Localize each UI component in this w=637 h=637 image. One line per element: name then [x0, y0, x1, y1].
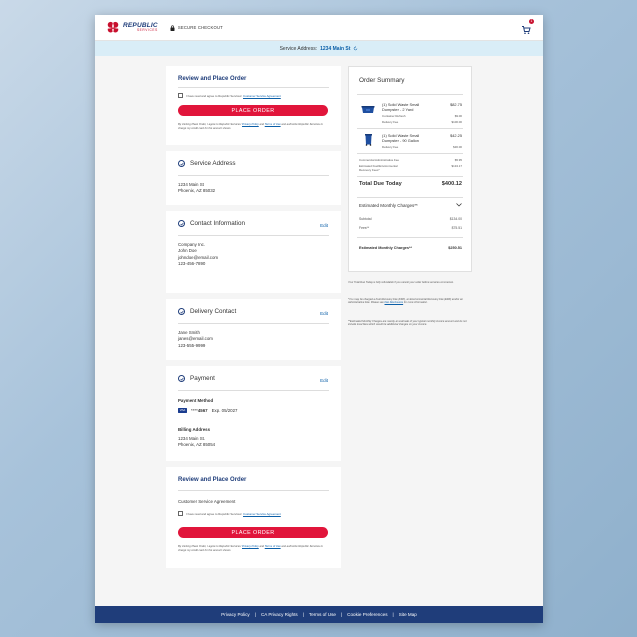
terms-link-bottom[interactable]: Terms of Use: [265, 545, 281, 548]
contact-info-card: Contact Information Edit Company Inc. Jo…: [166, 211, 341, 293]
payment-method-label: Payment Method: [178, 398, 214, 403]
contact-phone: 123-456-7890: [178, 260, 206, 266]
delivery-phone: 123-555-9999: [178, 342, 206, 348]
privacy-link-bottom[interactable]: Privacy Policy: [242, 545, 259, 548]
agree-row-bottom: I have read and agree to Republic Servic…: [178, 511, 281, 516]
payment-edit-link[interactable]: Edit: [320, 378, 328, 383]
cart-count-badge: 1: [529, 19, 534, 24]
subtotal-row: Subtotal $134.00: [359, 217, 462, 221]
cart-button[interactable]: 1: [521, 19, 534, 35]
card-last4: 4567: [197, 408, 208, 413]
terms-link-top[interactable]: Terms of Use: [265, 123, 281, 126]
billing-line2: Phoenix, AZ 85054: [178, 442, 216, 448]
delivery-contact-card: Delivery Contact Edit Jane Smith janes@e…: [166, 299, 341, 360]
republic-logo-icon: [107, 21, 119, 34]
check-circle-icon: [178, 220, 185, 227]
total-due-label: Total Due Today: [359, 181, 402, 187]
monthly-total-row: Estimated Monthly Charges** $250.51: [359, 246, 462, 250]
footer-site-map[interactable]: Site Map: [399, 612, 417, 617]
fee-disclosures-link[interactable]: Fee Disclosures: [385, 301, 404, 304]
privacy-link-top[interactable]: Privacy Policy: [242, 123, 259, 126]
chevron-down-icon: [456, 203, 462, 207]
review-title-bottom: Review and Place Order: [178, 477, 247, 483]
monthly-estimate-note: **Estimated Monthly Charges are merely a…: [348, 320, 467, 327]
agreement-link-bottom[interactable]: Customer Service Agreement: [243, 512, 281, 516]
monthly-charges-toggle[interactable]: Estimated Monthly Charges**: [359, 203, 462, 208]
review-order-card-top: Review and Place Order I have read and a…: [166, 66, 341, 145]
card-expiration: Exp. 05/2027: [211, 408, 238, 413]
delivery-email: janes@email.com: [178, 336, 213, 342]
item1-price: $82.75: [450, 102, 462, 107]
item2-price: $42.25: [450, 133, 462, 138]
service-address-title: Service Address: [190, 160, 236, 167]
footer: Privacy Policy | CA Privacy Rights | Ter…: [95, 606, 543, 623]
review-order-card-bottom: Review and Place Order Customer Service …: [166, 467, 341, 568]
dumpster-2-yard-icon: [361, 106, 375, 113]
payment-title: Payment: [190, 375, 215, 382]
footer-privacy-policy[interactable]: Privacy Policy: [221, 612, 250, 617]
footer-cookie-preferences[interactable]: Cookie Preferences: [347, 612, 387, 617]
total-due-row: Total Due Today $400.12: [359, 181, 462, 187]
service-address-bar: Service Address: 1234 Main St: [95, 41, 543, 56]
payment-card: Payment Edit Payment Method VISA **** 456…: [166, 366, 341, 461]
dumpster-90-gallon-icon: [365, 134, 372, 146]
fuel-fee-row: Estimated Fuel/Environmental Recovery Fee…: [359, 164, 462, 172]
total-due-value: $400.12: [441, 181, 462, 187]
contact-email: johndoe@email.com: [178, 254, 219, 260]
footer-terms-of-use[interactable]: Terms of Use: [309, 612, 336, 617]
place-order-button-top[interactable]: PLACE ORDER: [178, 105, 328, 116]
service-address-value[interactable]: 1234 Main St: [320, 46, 350, 52]
check-circle-icon: [178, 375, 185, 382]
order-summary-panel: Order Summary (1) Solid Waste Small Dump…: [348, 66, 472, 272]
service-address-card: Service Address 1234 Main St Phoenix, AZ…: [166, 151, 341, 205]
delivery-edit-link[interactable]: Edit: [320, 311, 328, 316]
delivery-contact-title: Delivery Contact: [190, 308, 237, 315]
review-title-top: Review and Place Order: [178, 76, 247, 82]
agreement-link-top[interactable]: Customer Service Agreement: [243, 94, 281, 98]
card-row: VISA **** 4567 Exp. 05/2027: [178, 408, 238, 413]
change-address-icon[interactable]: [353, 46, 358, 51]
contact-info-title: Contact Information: [190, 220, 245, 227]
check-circle-icon: [178, 160, 185, 167]
place-order-button-bottom[interactable]: PLACE ORDER: [178, 527, 328, 538]
secure-checkout-label: SECURE CHECKOUT: [177, 25, 223, 30]
billing-address-label: Billing Address: [178, 427, 211, 432]
fees-row: Fees** $75.51: [359, 226, 462, 230]
republic-logo[interactable]: REPUBLIC SERVICES: [105, 20, 158, 36]
item2-name-line2: Dumpster - 90 Gallon: [382, 138, 419, 143]
check-circle-icon: [178, 308, 185, 315]
cart-icon: [522, 26, 531, 35]
fee-note: *You may be charged a Fuel Recovery Fee …: [348, 298, 463, 305]
agree-checkbox-bottom[interactable]: [178, 511, 183, 516]
legal-text-top: By clicking Place Order, I agree to Repu…: [178, 123, 323, 130]
agree-row-top: I have read and agree to Republic Servic…: [178, 93, 281, 98]
lock-icon: [170, 24, 175, 31]
main-content: Review and Place Order I have read and a…: [95, 56, 543, 608]
service-address-label: Service Address:: [279, 45, 318, 52]
visa-card-icon: VISA: [178, 408, 187, 413]
footer-ca-privacy-rights[interactable]: CA Privacy Rights: [261, 612, 298, 617]
order-summary-title: Order Summary: [359, 77, 405, 84]
agreement-label: Customer Service Agreement: [178, 499, 236, 504]
brand-sub: SERVICES: [136, 28, 158, 33]
agree-checkbox-top[interactable]: [178, 93, 183, 98]
secure-checkout: SECURE CHECKOUT: [170, 24, 223, 31]
top-bar: REPUBLIC SERVICES SECURE CHECKOUT 1: [95, 15, 543, 41]
checkout-window: REPUBLIC SERVICES SECURE CHECKOUT 1 Serv…: [95, 15, 543, 623]
service-address-line2: Phoenix, AZ 85032: [178, 188, 216, 194]
legal-text-bottom: By clicking Place Order, I agree to Repu…: [178, 545, 323, 552]
admin-fee-row: Commercial Administrative Fee $5.95: [359, 158, 462, 162]
item1-name-line2: Dumpster - 2 Yard: [382, 107, 414, 112]
contact-edit-link[interactable]: Edit: [320, 223, 328, 228]
refund-note: Your Total Due Today is fully refundable…: [348, 281, 454, 284]
